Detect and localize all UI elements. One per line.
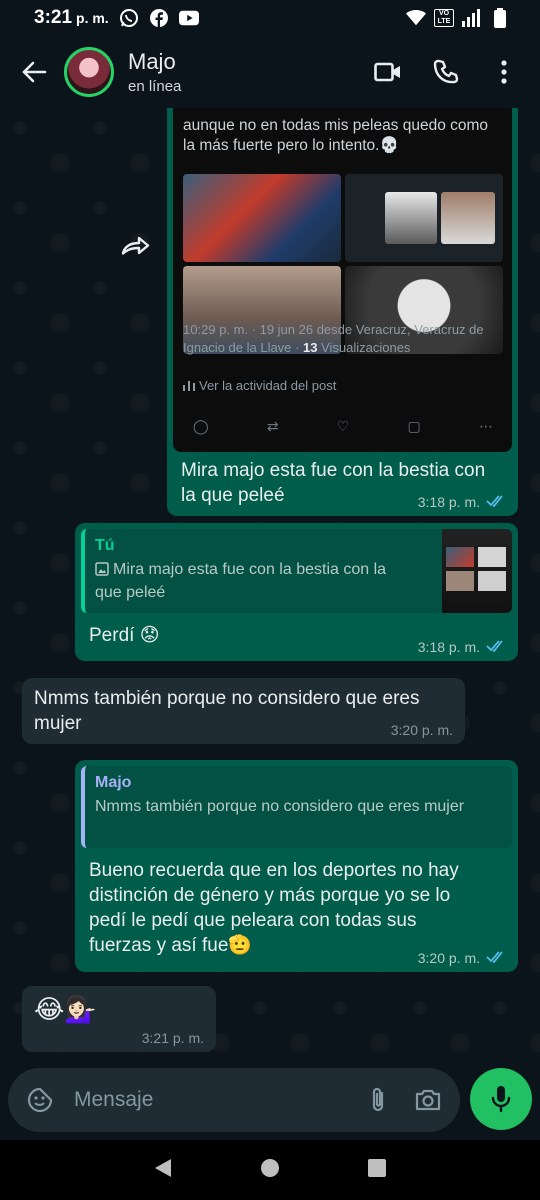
- microphone-icon: [491, 1086, 511, 1113]
- system-nav-bar: [0, 1140, 540, 1200]
- forward-icon[interactable]: [116, 226, 156, 266]
- nav-recents-icon[interactable]: [367, 1158, 387, 1183]
- message-text: 😂💁🏻‍♀️: [34, 994, 97, 1024]
- photo-icon: [95, 561, 109, 582]
- battery-icon: [490, 8, 510, 28]
- more-options-icon[interactable]: [486, 54, 522, 90]
- volte-icon: VO LTE: [434, 9, 454, 27]
- incoming-message[interactable]: Nmms también porque no considero que ere…: [22, 678, 465, 744]
- quoted-thumbnail: [442, 529, 512, 613]
- like-icon: ♡: [336, 418, 350, 434]
- post-activity: Ver la actividad del post: [183, 378, 336, 394]
- double-check-icon: [486, 950, 506, 966]
- message-time: 3:18 p. m.: [417, 494, 480, 510]
- forwarded-post-image[interactable]: aunque no en todas mis peleas quedo como…: [173, 108, 512, 452]
- post-actions: ◯ ⇄ ♡ ▢ ⋯: [193, 418, 493, 435]
- bar-chart-icon: [183, 379, 195, 394]
- double-check-icon: [486, 639, 506, 655]
- post-photo[interactable]: [183, 174, 341, 262]
- sticker-icon[interactable]: [22, 1082, 58, 1118]
- quoted-text: Mira majo esta fue con la bestia con la …: [95, 559, 415, 603]
- quoted-text-content: Mira majo esta fue con la bestia con la …: [95, 561, 387, 601]
- post-activity-label: Ver la actividad del post: [199, 378, 337, 393]
- outgoing-message[interactable]: Majo Nmms también porque no considero qu…: [75, 760, 518, 972]
- outgoing-message[interactable]: Tú Mira majo esta fue con la bestia con …: [75, 523, 518, 661]
- microphone-button[interactable]: [470, 1068, 532, 1130]
- nav-back-icon[interactable]: [153, 1157, 173, 1184]
- youtube-icon: [178, 8, 199, 28]
- back-arrow-icon[interactable]: [14, 52, 54, 92]
- status-bar: 3:21 p. m. VO LTE: [0, 0, 540, 36]
- message-time: 3:20 p. m.: [417, 950, 480, 966]
- nav-home-icon[interactable]: [260, 1158, 280, 1183]
- message-time: 3:18 p. m.: [417, 639, 480, 655]
- contact-info[interactable]: Majo en línea: [128, 49, 181, 95]
- message-text: Nmms también porque no considero que ere…: [34, 688, 420, 734]
- bookmark-icon: ▢: [407, 418, 421, 434]
- post-photo[interactable]: [345, 174, 503, 262]
- message-meta: 3:20 p. m.: [391, 722, 453, 738]
- quoted-text: Nmms también porque no considero que ere…: [95, 798, 465, 815]
- message-meta: 3:21 p. m.: [142, 1030, 204, 1046]
- quoted-author: Tú: [95, 537, 115, 554]
- contact-name[interactable]: Majo: [128, 49, 181, 75]
- status-ampm: p. m.: [76, 10, 109, 26]
- video-call-icon[interactable]: [370, 54, 406, 90]
- voice-call-icon[interactable]: [428, 54, 464, 90]
- double-check-icon: [486, 494, 506, 510]
- reply-icon: ◯: [193, 418, 209, 434]
- quoted-message[interactable]: Majo Nmms también porque no considero qu…: [81, 766, 512, 848]
- post-views-label: Visualizaciones: [317, 340, 411, 355]
- contact-status: en línea: [128, 78, 182, 95]
- message-meta: 3:18 p. m.: [418, 494, 506, 510]
- signal-icon: [462, 8, 482, 28]
- chat-area[interactable]: aunque no en todas mis peleas quedo como…: [0, 108, 540, 1058]
- chat-header: Majo en línea: [0, 36, 540, 108]
- message-time: 3:20 p. m.: [390, 722, 453, 738]
- message-time: 3:21 p. m.: [141, 1030, 204, 1046]
- attach-icon[interactable]: [360, 1082, 396, 1118]
- outgoing-message[interactable]: aunque no en todas mis peleas quedo como…: [167, 108, 518, 516]
- post-views-count: 13: [302, 340, 318, 355]
- message-meta: 3:18 p. m.: [418, 639, 506, 655]
- incoming-message[interactable]: 😂💁🏻‍♀️ 3:21 p. m.: [22, 986, 216, 1052]
- whatsapp-icon: [119, 8, 139, 28]
- wifi-icon: [406, 8, 426, 28]
- share-icon: ⋯: [478, 418, 493, 434]
- status-time: 3:21: [34, 7, 73, 28]
- message-meta: 3:20 p. m.: [418, 950, 506, 966]
- post-text: aunque no en todas mis peleas quedo como…: [183, 117, 489, 154]
- quoted-author: Majo: [95, 774, 132, 791]
- post-meta: 10:29 p. m. · 19 jun 26 desde Veracruz, …: [183, 321, 503, 357]
- camera-icon[interactable]: [410, 1082, 446, 1118]
- avatar[interactable]: [64, 47, 114, 97]
- facebook-icon: [149, 8, 169, 28]
- quoted-message[interactable]: Tú Mira majo esta fue con la bestia con …: [81, 529, 512, 613]
- message-text: Bueno recuerda que en los deportes no ha…: [89, 860, 459, 956]
- message-composer[interactable]: Mensaje: [8, 1068, 460, 1132]
- message-input[interactable]: Mensaje: [74, 1088, 360, 1112]
- repost-icon: ⇄: [266, 418, 279, 434]
